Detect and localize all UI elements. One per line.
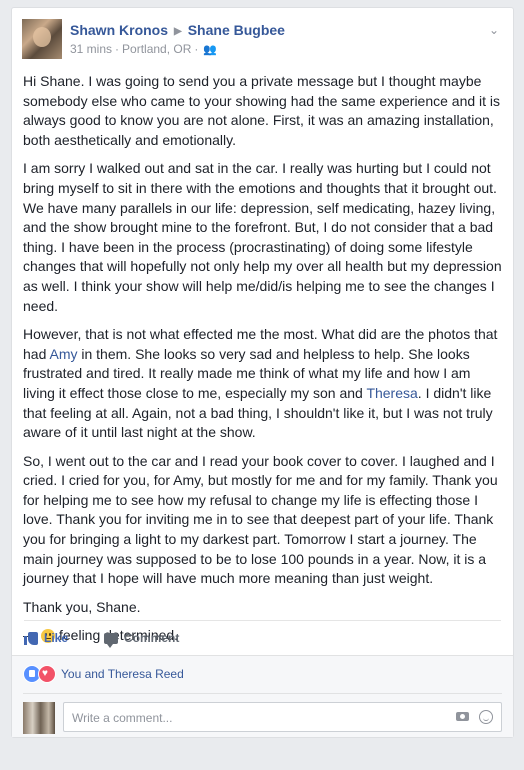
like-label: Like xyxy=(44,631,69,645)
comment-composer: Write a comment... xyxy=(23,693,502,734)
post-paragraph: I am sorry I walked out and sat in the c… xyxy=(23,159,505,316)
post-meta: 31 mins · Portland, OR · 👥 xyxy=(70,42,217,56)
arrow-right-icon: ▶ xyxy=(174,26,182,37)
author-avatar[interactable] xyxy=(22,19,62,59)
post-time[interactable]: 31 mins xyxy=(70,42,112,56)
tagged-person-link[interactable]: Theresa xyxy=(366,385,417,401)
post-actions: Like Comment xyxy=(24,620,501,655)
comment-bubble-icon xyxy=(104,632,119,648)
thumbs-up-icon xyxy=(24,631,38,645)
comment-placeholder: Write a comment... xyxy=(72,711,173,725)
comment-label: Comment xyxy=(124,631,180,645)
post-paragraph: So, I went out to the car and I read you… xyxy=(23,452,505,589)
post-footer: You and Theresa Reed Write a comment... xyxy=(12,655,513,737)
emoji-icon[interactable] xyxy=(479,710,493,724)
post-location[interactable]: Portland, OR xyxy=(122,42,191,56)
comment-button[interactable]: Comment xyxy=(98,623,185,653)
post-text: I am sorry I walked out and sat in the c… xyxy=(23,160,502,314)
reactions-summary[interactable]: You and Theresa Reed xyxy=(23,665,184,683)
friends-audience-icon[interactable]: 👥 xyxy=(203,43,217,56)
like-button[interactable]: Like xyxy=(24,623,74,653)
meta-separator: · xyxy=(115,42,120,56)
post-body: Hi Shane. I was going to send you a priv… xyxy=(23,72,505,646)
post-paragraph: Thank you, Shane. xyxy=(23,598,505,618)
chevron-down-icon[interactable]: ⌄ xyxy=(489,23,499,37)
post-text: So, I went out to the car and I read you… xyxy=(23,452,498,587)
post-header: Shawn Kronos ▶ Shane Bugbee 31 mins · Portla… xyxy=(22,19,503,61)
current-user-avatar xyxy=(23,702,55,734)
comment-input[interactable]: Write a comment... xyxy=(63,702,502,732)
post-paragraph: However, that is not what effected me th… xyxy=(23,325,505,443)
post-names: Shawn Kronos ▶ Shane Bugbee xyxy=(70,22,285,38)
reactions-names[interactable]: You and Theresa Reed xyxy=(61,667,184,681)
post-card: Shawn Kronos ▶ Shane Bugbee 31 mins · Portla… xyxy=(11,7,514,738)
camera-icon[interactable] xyxy=(456,712,469,721)
post-paragraph: Hi Shane. I was going to send you a priv… xyxy=(23,72,505,150)
tagged-person-link[interactable]: Amy xyxy=(49,346,77,362)
target-name[interactable]: Shane Bugbee xyxy=(188,22,285,38)
author-name[interactable]: Shawn Kronos xyxy=(70,22,168,38)
post-text: Hi Shane. I was going to send you a priv… xyxy=(23,73,501,148)
post-text: Thank you, Shane. xyxy=(23,598,141,615)
meta-separator: · xyxy=(194,42,199,56)
love-reaction-icon xyxy=(38,665,56,683)
